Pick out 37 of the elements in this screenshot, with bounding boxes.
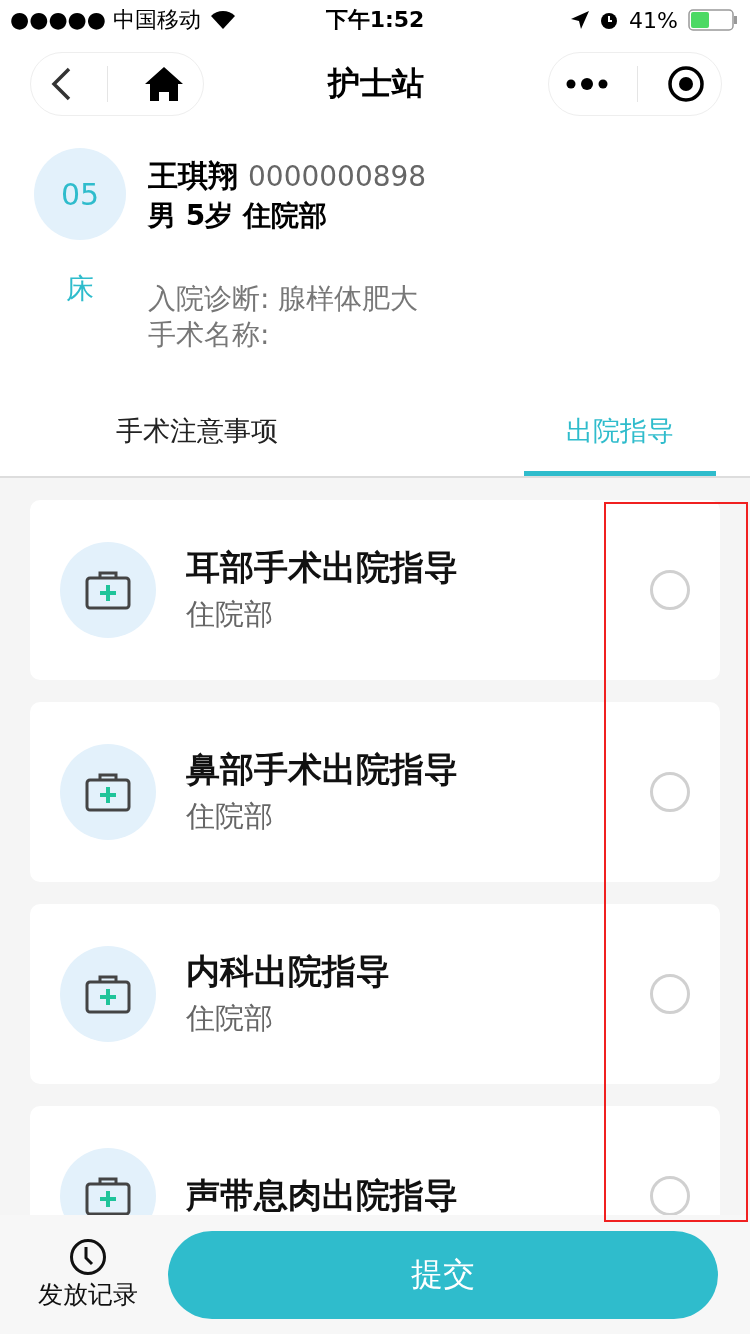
guide-card[interactable]: 声带息肉出院指导: [30, 1106, 720, 1215]
carrier-text: ●●●●● 中国移动: [10, 6, 201, 34]
alarm-clock-icon: [599, 10, 620, 30]
guide-department: 住院部: [186, 1000, 274, 1037]
radio-button[interactable]: [650, 974, 690, 1014]
guide-title: 内科出院指导: [186, 950, 391, 993]
patient-details: 男 5岁 住院部: [148, 198, 328, 234]
location-arrow-icon: [571, 11, 590, 29]
surgery-name-text: 手术名称:: [148, 317, 271, 353]
radio-button[interactable]: [650, 1176, 690, 1215]
medical-kit-icon: [85, 570, 131, 610]
history-button[interactable]: 发放记录: [38, 1238, 138, 1311]
guide-card[interactable]: 内科出院指导 住院部: [30, 904, 720, 1084]
battery-percent-text: 41%: [629, 7, 678, 33]
guide-department: 住院部: [186, 798, 274, 835]
medical-kit-icon: [85, 1176, 131, 1215]
radio-button[interactable]: [650, 772, 690, 812]
wifi-icon: [211, 11, 235, 29]
guide-title: 鼻部手术出院指导: [186, 748, 459, 791]
guide-title: 声带息肉出院指导: [186, 1174, 459, 1215]
time-text: 下午1:52: [325, 6, 425, 34]
guide-card[interactable]: 鼻部手术出院指导 住院部: [30, 702, 720, 882]
page-title: 护士站: [328, 63, 424, 104]
bed-number: 05: [34, 148, 126, 240]
patient-name: 王琪翔: [148, 157, 238, 195]
guide-department: 住院部: [186, 596, 274, 633]
bed-label: 床: [66, 271, 94, 307]
guide-title: 耳部手术出院指导: [186, 546, 459, 589]
medical-kit-icon: [85, 974, 131, 1014]
battery-icon: [688, 9, 740, 31]
diagnosis-text: 入院诊断: 腺样体肥大: [148, 281, 420, 317]
clock-icon: [69, 1238, 107, 1276]
tab[interactable]: 手术注意事项: [74, 390, 320, 476]
guide-card[interactable]: 耳部手术出院指导 住院部: [30, 500, 720, 680]
radio-button[interactable]: [650, 570, 690, 610]
patient-id: 0000000898: [248, 160, 427, 193]
medical-kit-icon: [85, 772, 131, 812]
